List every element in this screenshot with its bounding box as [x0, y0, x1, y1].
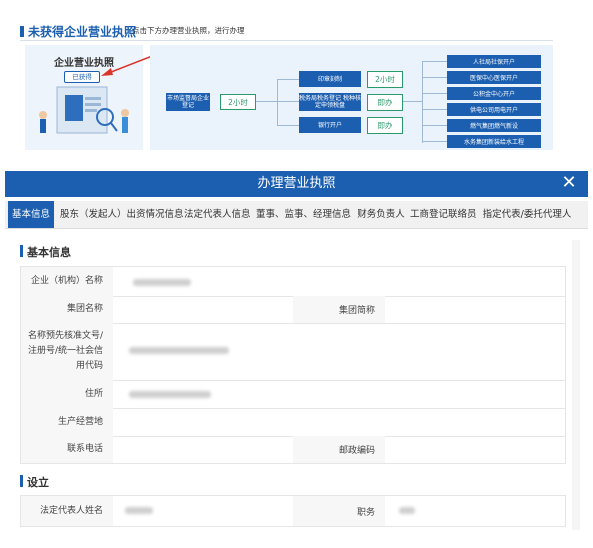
flow-step-tax-status: 即办 [367, 94, 403, 111]
flow-step-bank-status: 即办 [367, 117, 403, 134]
flow-connector [402, 101, 422, 102]
tab-agent[interactable]: 指定代表/委托代理人 [482, 201, 572, 228]
group-short-label: 集团简称 [293, 296, 385, 323]
flow-right-item[interactable]: 供电公司用电开户 [447, 103, 541, 116]
flow-connector [422, 61, 447, 62]
flow-step-tax[interactable]: 税务局税务登记 税种核定申领税盘 [299, 93, 361, 111]
flow-connector [277, 125, 299, 126]
phone-label: 联系电话 [21, 436, 113, 463]
section-title-setup: 设立 [27, 476, 49, 489]
scrollbar-track[interactable] [572, 240, 580, 530]
flow-connector [277, 79, 299, 80]
form-row: 企业（机构）名称 [21, 267, 565, 297]
title-accent-bar [20, 26, 24, 37]
section-accent-bar [20, 245, 23, 257]
section-title-basic: 基本信息 [27, 246, 71, 259]
flow-right-item[interactable]: 水务集团新装给水工程 [447, 135, 541, 148]
position-label: 职务 [293, 496, 385, 526]
prenote-value[interactable] [129, 347, 229, 354]
flow-right-item[interactable]: 人社局社保开户 [447, 55, 541, 68]
group-name-label: 集团名称 [21, 296, 113, 323]
flow-connector [277, 101, 299, 102]
flow-connector [277, 79, 278, 125]
flow-right-item[interactable]: 燃气集团燃气新设 [447, 119, 541, 132]
basic-info-form: 企业（机构）名称 集团名称 集团简称 名称预先核准文号/注册号/统一社会信用代码… [20, 266, 566, 464]
tab-basic-info[interactable]: 基本信息 [8, 201, 54, 228]
company-name-value[interactable] [133, 279, 191, 286]
postcode-label: 邮政编码 [293, 436, 385, 463]
setup-form: 法定代表人姓名 职务 [20, 495, 566, 527]
flow-step-seal[interactable]: 印章刻制 [299, 71, 361, 87]
form-row: 生产经营地 [21, 408, 565, 437]
form-row: 联系电话 邮政编码 [21, 436, 565, 463]
license-obtained-badge[interactable]: 已获得 [64, 71, 100, 83]
tab-shareholders[interactable]: 股东（发起人）出资情况信息 [60, 201, 184, 228]
dialog-title: 办理营业执照 [257, 176, 336, 191]
flow-step-seal-time: 2小时 [367, 71, 403, 88]
banner-title: 未获得企业营业执照 [28, 25, 137, 39]
flow-connector [255, 101, 277, 102]
banner-hint: 点击下方办理营业执照，进行办理 [132, 26, 245, 35]
flow-start-box[interactable]: 市场监督局企业登记 [166, 93, 210, 111]
position-value[interactable] [399, 507, 415, 514]
flow-connector [422, 125, 447, 126]
address-label: 住所 [21, 380, 113, 408]
flow-connector [422, 109, 447, 110]
flow-connector [422, 141, 447, 142]
flow-connector [422, 93, 447, 94]
tab-liaison[interactable]: 工商登记联络员 [410, 201, 477, 228]
section-accent-bar [20, 475, 23, 487]
form-row: 法定代表人姓名 职务 [21, 496, 565, 526]
prenote-label: 名称预先核准文号/注册号/统一社会信用代码 [21, 323, 113, 380]
legal-rep-value[interactable] [125, 507, 153, 514]
address-value[interactable] [129, 391, 211, 398]
tab-directors[interactable]: 董事、监事、经理信息 [256, 201, 351, 228]
legal-rep-label: 法定代表人姓名 [21, 496, 113, 526]
form-row: 住所 [21, 380, 565, 409]
form-row: 名称预先核准文号/注册号/统一社会信用代码 [21, 323, 565, 381]
close-icon[interactable]: ✕ [558, 172, 580, 194]
flow-right-item[interactable]: 公积金中心开户 [447, 87, 541, 100]
flow-step-bank[interactable]: 银行开户 [299, 117, 361, 133]
tab-legal-rep[interactable]: 法定代表人信息 [184, 201, 251, 228]
flow-connector [422, 77, 447, 78]
flow-right-item[interactable]: 医保中心医保开户 [447, 71, 541, 84]
tab-finance-officer[interactable]: 财务负责人 [356, 201, 406, 228]
prod-place-label: 生产经营地 [21, 408, 113, 436]
banner-divider [20, 40, 553, 41]
form-row: 集团名称 集团简称 [21, 296, 565, 324]
flow-start-time: 2小时 [220, 94, 256, 110]
flow-connector [422, 61, 423, 143]
company-name-label: 企业（机构）名称 [21, 267, 113, 296]
